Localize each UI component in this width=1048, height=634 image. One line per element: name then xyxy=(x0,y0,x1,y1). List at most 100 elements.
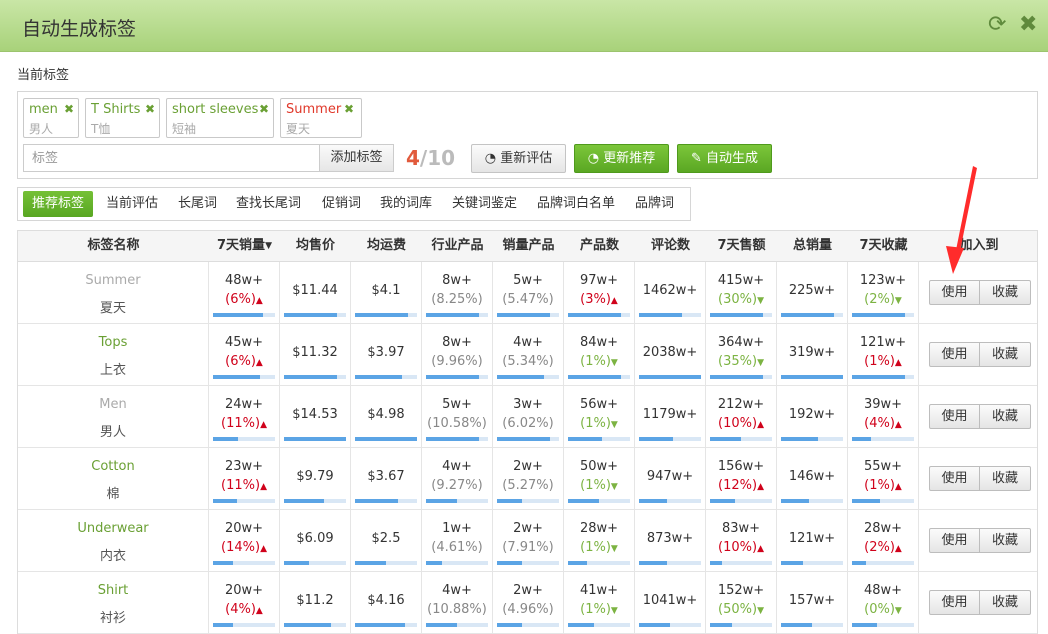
collect-button[interactable]: 收藏 xyxy=(979,280,1031,305)
value-pct: (10.88%) xyxy=(422,602,492,617)
tag-input[interactable] xyxy=(23,144,320,172)
metric-bar xyxy=(355,499,417,503)
pct-text: (5.34%) xyxy=(502,354,554,369)
tab-item[interactable]: 品牌词 xyxy=(635,191,674,217)
tag-name-en[interactable]: Cotton xyxy=(18,459,208,474)
metric-bar xyxy=(355,437,417,441)
table-cell: 使用 收藏 xyxy=(919,262,1039,323)
refresh-icon[interactable]: ⟳ xyxy=(988,14,1006,36)
value-main: 156w+ xyxy=(717,459,765,474)
collect-button[interactable]: 收藏 xyxy=(979,590,1031,615)
table-cell: 28w+ (1%)▼ xyxy=(564,510,635,571)
value-main: $11.32 xyxy=(292,345,338,360)
value-main: 225w+ xyxy=(788,283,836,298)
value-main: $11.44 xyxy=(292,283,338,298)
auto-generate-label: 自动生成 xyxy=(706,151,759,166)
value-main: 8w+ xyxy=(442,335,472,350)
table-cell: 5w+ (5.47%) xyxy=(493,262,564,323)
pct-text: (8.25%) xyxy=(431,292,483,307)
tag-chip: T Shirts ✖ T恤 xyxy=(85,98,160,138)
tag-name-en[interactable]: Tops xyxy=(18,335,208,350)
tab-item[interactable]: 关键词鉴定 xyxy=(452,191,517,217)
remove-tag-icon[interactable]: ✖ xyxy=(145,102,155,116)
tag-name-en[interactable]: Men xyxy=(18,397,208,412)
value-pct: (11%)▲ xyxy=(209,478,279,493)
tag-name-en[interactable]: Shirt xyxy=(18,583,208,598)
use-button[interactable]: 使用 xyxy=(929,466,980,491)
table-cell: 48w+ (0%)▼ xyxy=(848,572,919,633)
remove-tag-icon[interactable]: ✖ xyxy=(344,102,354,116)
use-button[interactable]: 使用 xyxy=(929,528,980,553)
value-main: $6.09 xyxy=(296,531,334,546)
tab-item[interactable]: 查找长尾词 xyxy=(236,191,301,217)
use-button[interactable]: 使用 xyxy=(929,404,980,429)
tab-item[interactable]: 促销词 xyxy=(322,191,361,217)
metric-bar-fill xyxy=(284,375,337,379)
collect-button[interactable]: 收藏 xyxy=(979,466,1031,491)
table-header-cell: 7天收藏 xyxy=(848,231,919,261)
metric-bar-fill xyxy=(710,313,763,317)
trend-down-icon: ▼ xyxy=(757,606,764,616)
value-main: 364w+ xyxy=(717,335,765,350)
metric-bar-fill xyxy=(639,437,674,441)
value-pct: (4.61%) xyxy=(422,540,492,555)
value-pct: (0%)▼ xyxy=(848,602,918,617)
sort-desc-icon: ▼ xyxy=(265,241,272,251)
table-header-cell: 评论数 xyxy=(635,231,706,261)
reevaluate-button[interactable]: ◔ 重新评估 xyxy=(471,144,566,173)
tab-item[interactable]: 推荐标签 xyxy=(23,191,93,217)
value-pct: (6.02%) xyxy=(493,416,563,431)
table-cell: 使用 收藏 xyxy=(919,510,1039,571)
pct-text: (2%) xyxy=(864,292,895,307)
value-main: 121w+ xyxy=(859,335,907,350)
tab-item[interactable]: 长尾词 xyxy=(178,191,217,217)
remove-tag-icon[interactable]: ✖ xyxy=(64,102,74,116)
value-pct: (10.58%) xyxy=(422,416,492,431)
trend-down-icon: ▼ xyxy=(610,358,618,368)
tag-name-en[interactable]: Underwear xyxy=(18,521,208,536)
metric-bar xyxy=(568,437,630,441)
value-pct: (11%)▲ xyxy=(209,416,279,431)
value-pct: (10%)▲ xyxy=(706,540,776,555)
close-icon[interactable]: ✖ xyxy=(1019,14,1037,36)
table-cell: 1179w+ xyxy=(635,386,706,447)
trend-up-icon: ▲ xyxy=(757,420,764,430)
update-recommend-button[interactable]: ◔ 更新推荐 xyxy=(574,144,669,173)
trend-down-icon: ▼ xyxy=(757,296,764,306)
metric-bar xyxy=(852,313,914,317)
value-main: 20w+ xyxy=(224,521,264,536)
collect-button[interactable]: 收藏 xyxy=(979,528,1031,553)
trend-down-icon: ▼ xyxy=(610,420,618,430)
value-main: 123w+ xyxy=(859,273,907,288)
value-main: $4.1 xyxy=(371,283,401,298)
remove-tag-icon[interactable]: ✖ xyxy=(259,102,269,116)
collect-button[interactable]: 收藏 xyxy=(979,342,1031,367)
action-group: 使用 收藏 xyxy=(929,528,1031,553)
tag-chip: Summer ✖ 夏天 xyxy=(280,98,362,138)
value-main: 5w+ xyxy=(513,273,543,288)
tag-name-en[interactable]: Summer xyxy=(18,273,208,288)
metric-bar xyxy=(781,375,843,379)
value-pct: (4%)▲ xyxy=(848,416,918,431)
tab-item[interactable]: 品牌词白名单 xyxy=(537,191,615,217)
metric-bar xyxy=(355,561,417,565)
value-main: 48w+ xyxy=(863,583,903,598)
collect-button[interactable]: 收藏 xyxy=(979,404,1031,429)
use-button[interactable]: 使用 xyxy=(929,590,980,615)
trend-up-icon: ▲ xyxy=(260,420,267,430)
add-tag-button[interactable]: 添加标签 xyxy=(319,144,394,172)
metric-bar xyxy=(497,313,559,317)
tab-item[interactable]: 当前评估 xyxy=(106,191,158,217)
trend-up-icon: ▲ xyxy=(894,420,902,430)
table-cell: 4w+ (5.34%) xyxy=(493,324,564,385)
metric-bar xyxy=(213,499,275,503)
value-main: 873w+ xyxy=(646,531,694,546)
tab-item[interactable]: 我的词库 xyxy=(380,191,432,217)
metric-bar xyxy=(213,561,275,565)
auto-generate-button[interactable]: ✎ 自动生成 xyxy=(677,144,772,173)
use-button[interactable]: 使用 xyxy=(929,342,980,367)
use-button[interactable]: 使用 xyxy=(929,280,980,305)
table-header-cell[interactable]: 7天销量▼ xyxy=(209,231,280,261)
metric-bar xyxy=(852,499,914,503)
table-cell: $11.32 xyxy=(280,324,351,385)
